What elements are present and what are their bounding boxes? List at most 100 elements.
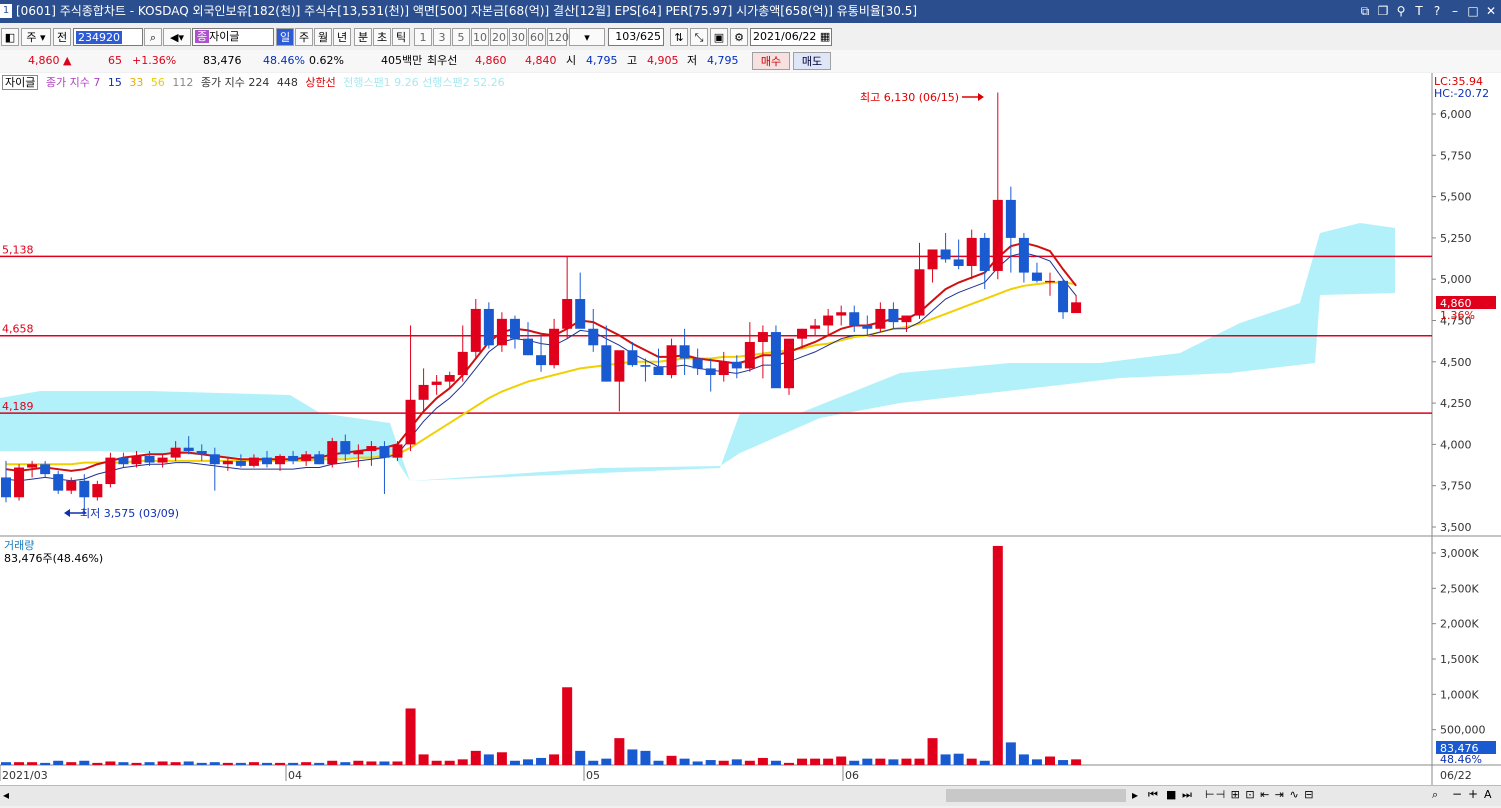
time-tick-label: 06: [845, 769, 859, 782]
candle-body: [1018, 237, 1029, 273]
date-input[interactable]: 2021/06/22 ▦: [750, 28, 832, 46]
close-icon[interactable]: ✕: [1485, 0, 1497, 23]
tile-icon[interactable]: ❐: [1377, 0, 1389, 23]
scroll-right-icon[interactable]: ▸: [1132, 788, 1138, 802]
volume-bar: [157, 761, 168, 765]
search-icon[interactable]: ⌕: [144, 28, 162, 46]
first-icon[interactable]: ⏮: [1148, 788, 1158, 802]
chart-type-icon[interactable]: ⇅: [670, 28, 688, 46]
interval-120-button[interactable]: 120: [547, 28, 569, 46]
candle-body: [118, 457, 129, 465]
zoom-out-icon[interactable]: −: [1452, 787, 1462, 801]
layout-icon[interactable]: ◧: [1, 28, 19, 46]
candle-body: [27, 464, 38, 468]
volume-tick-label: 3,000K: [1440, 547, 1479, 560]
maximize-icon[interactable]: □: [1467, 0, 1479, 23]
candle-body: [627, 350, 638, 366]
period-select[interactable]: 주 ▾: [21, 28, 51, 46]
volume-bar: [888, 759, 899, 765]
sell-button[interactable]: 매도: [793, 52, 831, 70]
stock-code-input[interactable]: 234920: [73, 28, 143, 46]
chart-scrollbar[interactable]: ◂ ▸ ⏮ ■ ⏭ ⊢⊣ ⊞ ⊡ ⇤ ⇥ ∿ ⊟ ⌕ − + A: [0, 785, 1501, 806]
stock-name-input[interactable]: 종 자이글: [192, 28, 274, 46]
pin-icon[interactable]: ⚲: [1395, 0, 1407, 23]
volume-bar: [549, 754, 560, 765]
volume-bar: [431, 760, 442, 765]
volume-bar: [275, 762, 286, 765]
volume-bar: [627, 749, 638, 765]
price-tick-label: 4,000: [1440, 438, 1472, 451]
pct-tag: 1.36%: [1440, 309, 1475, 322]
buy-button[interactable]: 매수: [752, 52, 790, 70]
candle-body: [536, 355, 547, 366]
volume-bar: [757, 757, 768, 765]
open-price: 4,795: [586, 54, 618, 67]
candle-body: [470, 308, 481, 352]
tab-month[interactable]: 월: [314, 28, 332, 46]
auto-icon[interactable]: A: [1484, 788, 1492, 801]
link-icon[interactable]: ⧉: [1359, 0, 1371, 23]
candle-body: [718, 361, 729, 376]
all-button[interactable]: 전: [53, 28, 71, 46]
draw-tool-icon[interactable]: ⤡: [690, 28, 708, 46]
volume-bar: [144, 762, 155, 765]
time-tick-label: 04: [288, 769, 302, 782]
zoom-in-icon[interactable]: +: [1468, 787, 1478, 801]
tab-year[interactable]: 년: [333, 28, 351, 46]
interval-20-button[interactable]: 20: [490, 28, 508, 46]
volume-bar: [14, 762, 25, 765]
volume-tick-label: 2,500K: [1440, 582, 1479, 595]
price-tick-label: 4,250: [1440, 397, 1472, 410]
tab-minute[interactable]: 분: [354, 28, 372, 46]
font-icon[interactable]: T: [1413, 0, 1425, 23]
candle-body: [262, 457, 272, 465]
volume-bar: [1071, 759, 1082, 765]
volume-bar: [105, 761, 116, 765]
help-icon[interactable]: ?: [1431, 0, 1443, 23]
reference-line-label: 5,138: [2, 243, 34, 256]
interval-select[interactable]: ▾: [569, 28, 605, 46]
tab-day[interactable]: 일: [276, 28, 294, 46]
reference-line-label: 4,189: [2, 400, 34, 413]
candle-body: [92, 484, 103, 498]
tab-tick[interactable]: 틱: [392, 28, 410, 46]
tab-week[interactable]: 주: [295, 28, 313, 46]
interval-3-button[interactable]: 3: [433, 28, 451, 46]
volume-bar: [953, 753, 964, 765]
volume-bar: [862, 758, 873, 765]
candle-body: [940, 249, 951, 260]
price-tick-label: 6,000: [1440, 108, 1472, 121]
interval-30-button[interactable]: 30: [509, 28, 527, 46]
minimize-icon[interactable]: –: [1449, 0, 1461, 23]
calendar-icon[interactable]: ▦: [820, 30, 830, 43]
last-icon[interactable]: ⏭: [1182, 788, 1192, 802]
settings-icon[interactable]: ⚙: [730, 28, 748, 46]
interval-1-button[interactable]: 1: [414, 28, 432, 46]
chart-area[interactable]: 자이글 종가 지수 7 15 33 56 112 종가 지수 224 448 상…: [0, 73, 1501, 785]
drawing-tools-icon[interactable]: ⊢⊣ ⊞ ⊡ ⇤ ⇥ ∿ ⊟: [1205, 788, 1314, 801]
volume-bar: [509, 760, 520, 765]
volume-bar: [940, 754, 951, 765]
volume-bar: [327, 760, 338, 765]
interval-5-button[interactable]: 5: [452, 28, 470, 46]
count-input[interactable]: 103/625: [608, 28, 664, 46]
interval-10-button[interactable]: 10: [471, 28, 489, 46]
price-volume-chart[interactable]: 5,138 4,658 4,189 6,000 5,750 5,500 5,250 5,00…: [0, 73, 1501, 785]
time-tick-label: 2021/03: [2, 769, 48, 782]
scroll-left-icon[interactable]: ◂: [3, 788, 9, 802]
zoom-icon[interactable]: ⌕: [1432, 788, 1438, 802]
volume-bar: [875, 758, 886, 765]
price-tick-label: 4,500: [1440, 356, 1472, 369]
app-icon[interactable]: 1: [0, 4, 12, 18]
tab-second[interactable]: 초: [373, 28, 391, 46]
candle-body: [575, 299, 586, 329]
volume-panel-title: 거래량: [4, 539, 34, 552]
candle-body: [353, 451, 364, 455]
interval-60-button[interactable]: 60: [528, 28, 546, 46]
save-icon[interactable]: ▣: [710, 28, 728, 46]
stop-icon[interactable]: ■: [1166, 788, 1176, 801]
candle-body: [927, 249, 938, 270]
sound-icon[interactable]: ◀▾: [163, 28, 191, 46]
candle-body: [170, 447, 181, 458]
scroll-thumb[interactable]: [946, 789, 1126, 802]
